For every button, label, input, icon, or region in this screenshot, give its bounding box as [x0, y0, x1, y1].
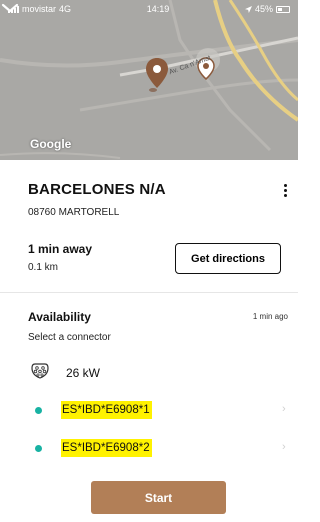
connector-row[interactable]: ES*IBD*E6908*1 ›: [0, 397, 298, 423]
place-title: BARCELONES N/A: [28, 181, 166, 198]
eta-text: 1 min away: [28, 242, 93, 256]
status-time: 14:19: [146, 4, 170, 14]
google-logo: Google: [30, 137, 72, 151]
place-address: 08760 MARTORELL: [28, 207, 120, 218]
more-options-icon[interactable]: [280, 181, 290, 199]
network-type: 4G: [59, 4, 72, 14]
map-view[interactable]: Av. Ca n'Amat Google: [0, 0, 298, 160]
status-bar: movistar 4G 14:19 45%: [0, 0, 298, 18]
status-right: 45%: [244, 4, 290, 14]
get-directions-button[interactable]: Get directions: [175, 243, 281, 274]
signal-strength-icon: [8, 5, 19, 13]
connector-power: 26 kW: [66, 366, 101, 380]
status-dot: [35, 445, 42, 452]
carrier-name: movistar: [22, 4, 57, 14]
availability-heading: Availability: [28, 310, 91, 324]
status-left: movistar 4G: [8, 4, 71, 14]
type2-connector-icon: [31, 363, 49, 379]
section-divider: [0, 292, 298, 293]
connector-id: ES*IBD*E6908*1: [61, 401, 152, 419]
battery-icon: [275, 5, 290, 13]
start-button[interactable]: Start: [91, 481, 226, 514]
distance-text: 0.1 km: [28, 262, 59, 273]
battery-fill: [277, 7, 283, 11]
connector-row[interactable]: ES*IBD*E6908*2 ›: [0, 435, 298, 461]
title-row: BARCELONES N/A: [28, 181, 290, 201]
map-canvas: [0, 0, 298, 160]
location-arrow-icon: [244, 5, 252, 13]
availability-subtitle: Select a connector: [28, 332, 111, 343]
chevron-right-icon: ›: [282, 403, 286, 415]
connector-id: ES*IBD*E6908*2: [61, 439, 152, 457]
chevron-right-icon: ›: [282, 441, 286, 453]
status-dot: [35, 407, 42, 414]
availability-updated: 1 min ago: [252, 312, 288, 321]
battery-percent: 45%: [254, 4, 273, 14]
